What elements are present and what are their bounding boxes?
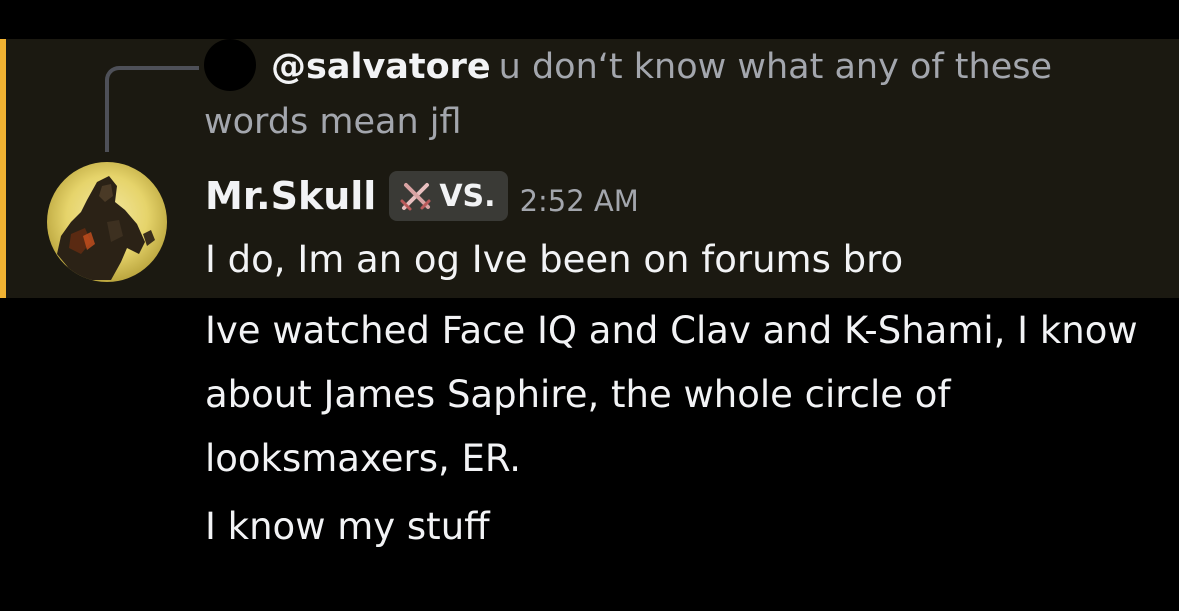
guild-tag-label: VS. xyxy=(439,178,496,214)
avatar[interactable] xyxy=(47,162,167,282)
knight-avatar-icon xyxy=(57,176,155,280)
mention-indicator-bar xyxy=(0,39,6,298)
message-content: Ive watched Face IQ and Clav and K-Shami… xyxy=(205,309,1138,480)
message-content: I do, Im an og Ive been on forums bro xyxy=(205,238,904,281)
crossed-swords-icon xyxy=(400,183,431,211)
reply-connector xyxy=(105,66,199,152)
reply-preview[interactable]: @salvatore u don‘t know what any of these… xyxy=(204,40,1104,150)
message-content: I know my stuff xyxy=(205,505,490,548)
guild-tag-badge[interactable]: VS. xyxy=(389,171,508,221)
username[interactable]: Mr.Skull xyxy=(205,174,376,218)
chat-view: @salvatore u don‘t know what any of these… xyxy=(0,0,1179,611)
reply-author[interactable]: @salvatore xyxy=(271,47,491,87)
timestamp[interactable]: 2:52 AM xyxy=(520,184,639,218)
message-header: Mr.Skull VS. 2:52 AM xyxy=(205,166,639,226)
